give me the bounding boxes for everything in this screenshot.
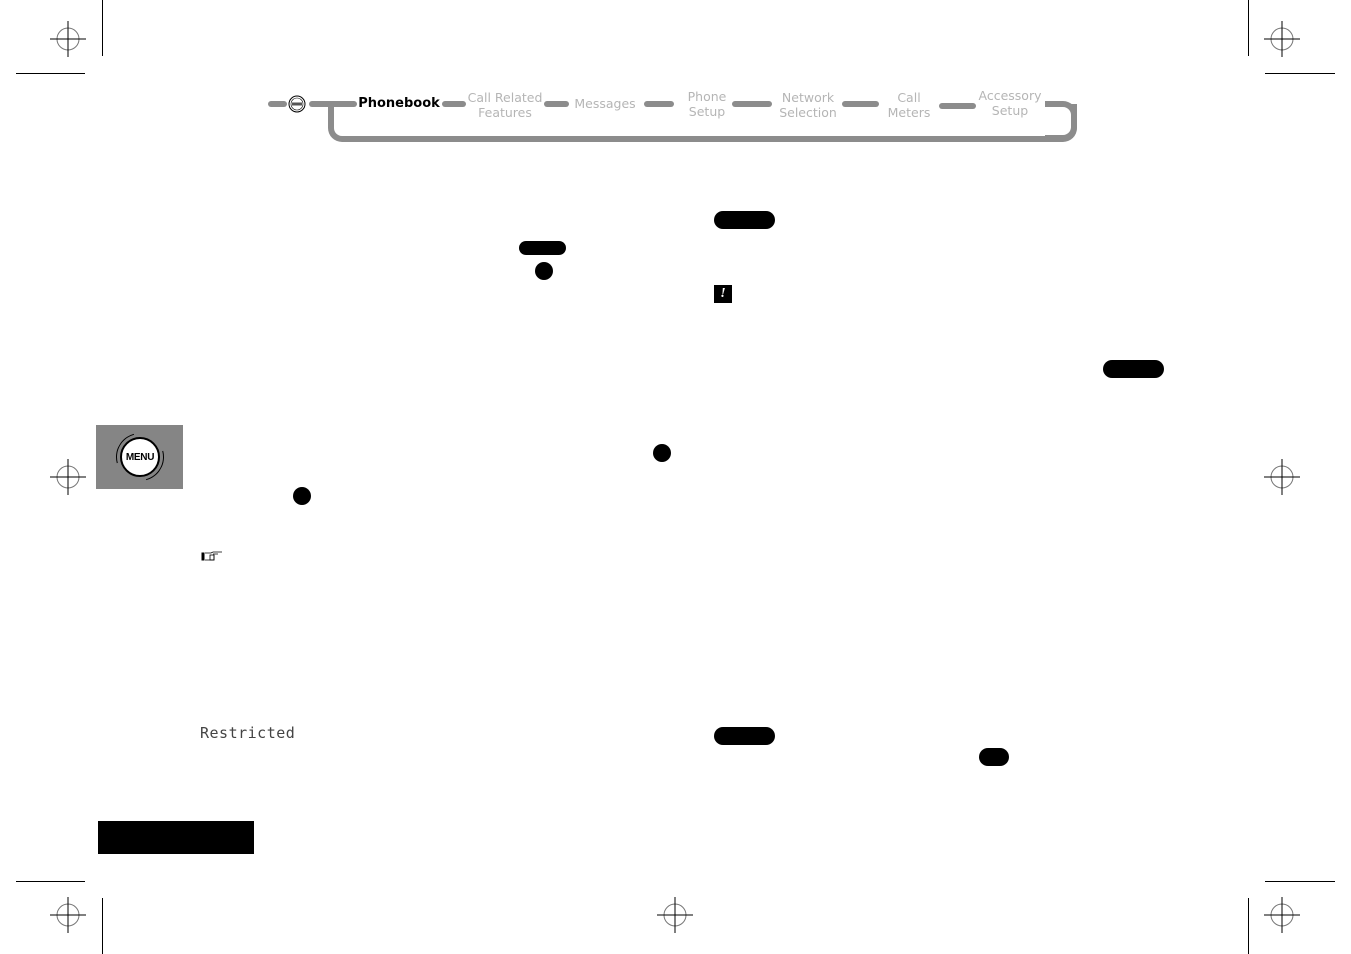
- nav-item-phonebook[interactable]: Phonebook: [358, 96, 440, 111]
- crop-mark-line: [1265, 881, 1335, 882]
- registration-mark-icon: [50, 897, 86, 933]
- registration-mark-icon: [1264, 21, 1300, 57]
- registration-mark-icon: [1264, 459, 1300, 495]
- small-key-icon: [979, 748, 1009, 766]
- nav-item-network-selection[interactable]: Network Selection: [779, 90, 837, 120]
- footer-block: [98, 821, 254, 854]
- nav-key-bar-icon: [519, 241, 566, 255]
- nav-item-phone-setup[interactable]: Phone Setup: [688, 89, 727, 119]
- registration-mark-icon: [50, 21, 86, 57]
- warning-icon: !: [714, 285, 732, 303]
- nav-item-label: Selection: [779, 105, 837, 120]
- soft-key-icon: [1103, 360, 1164, 378]
- nav-item-label: Accessory: [978, 88, 1042, 103]
- nav-item-label: Features: [478, 105, 532, 120]
- crop-mark-line: [1248, 898, 1249, 954]
- nav-item-label: Call: [897, 90, 921, 105]
- nav-item-label: Meters: [887, 105, 931, 120]
- menu-button-label: MENU: [125, 451, 155, 463]
- registration-mark-icon: [50, 459, 86, 495]
- display-text: Restricted: [200, 724, 296, 742]
- soft-key-icon: [714, 211, 775, 229]
- crop-mark-line: [16, 881, 85, 882]
- crop-mark-line: [16, 73, 85, 74]
- registration-mark-icon: [1264, 897, 1300, 933]
- crop-mark-line: [102, 0, 103, 56]
- nav-key-dot-icon: [535, 262, 553, 280]
- nav-item-label: Network: [781, 90, 835, 105]
- select-key-icon: [293, 487, 311, 505]
- menu-section-tab: MENU: [96, 424, 183, 490]
- nav-connector: [544, 101, 569, 107]
- select-key-icon: [653, 444, 671, 462]
- nav-connector: [732, 101, 772, 107]
- menu-icon[interactable]: [288, 95, 306, 113]
- nav-item-label: Setup: [688, 104, 726, 119]
- nav-item-call-meters[interactable]: Call Meters: [888, 90, 931, 120]
- nav-item-label: Call Related: [467, 90, 543, 105]
- nav-connector: [939, 103, 976, 109]
- nav-connector: [842, 101, 879, 107]
- menu-button-icon: MENU: [120, 437, 160, 477]
- nav-item-call-related-features[interactable]: Call Related Features: [468, 90, 543, 120]
- nav-connector: [268, 101, 287, 107]
- nav-item-label: Phone: [687, 89, 727, 104]
- registration-mark-icon: [657, 897, 693, 933]
- crop-mark-line: [1248, 0, 1249, 56]
- crop-mark-line: [1265, 73, 1335, 74]
- nav-connector: [442, 101, 466, 107]
- pointing-hand-icon: [201, 551, 222, 561]
- nav-item-accessory-setup[interactable]: Accessory Setup: [979, 88, 1042, 118]
- nav-item-label: Setup: [991, 103, 1029, 118]
- nav-item-messages[interactable]: Messages: [574, 96, 635, 111]
- nav-connector: [644, 101, 674, 107]
- nav-track-right-cap: [1045, 101, 1077, 141]
- crop-mark-line: [102, 898, 103, 954]
- soft-key-icon: [714, 727, 775, 745]
